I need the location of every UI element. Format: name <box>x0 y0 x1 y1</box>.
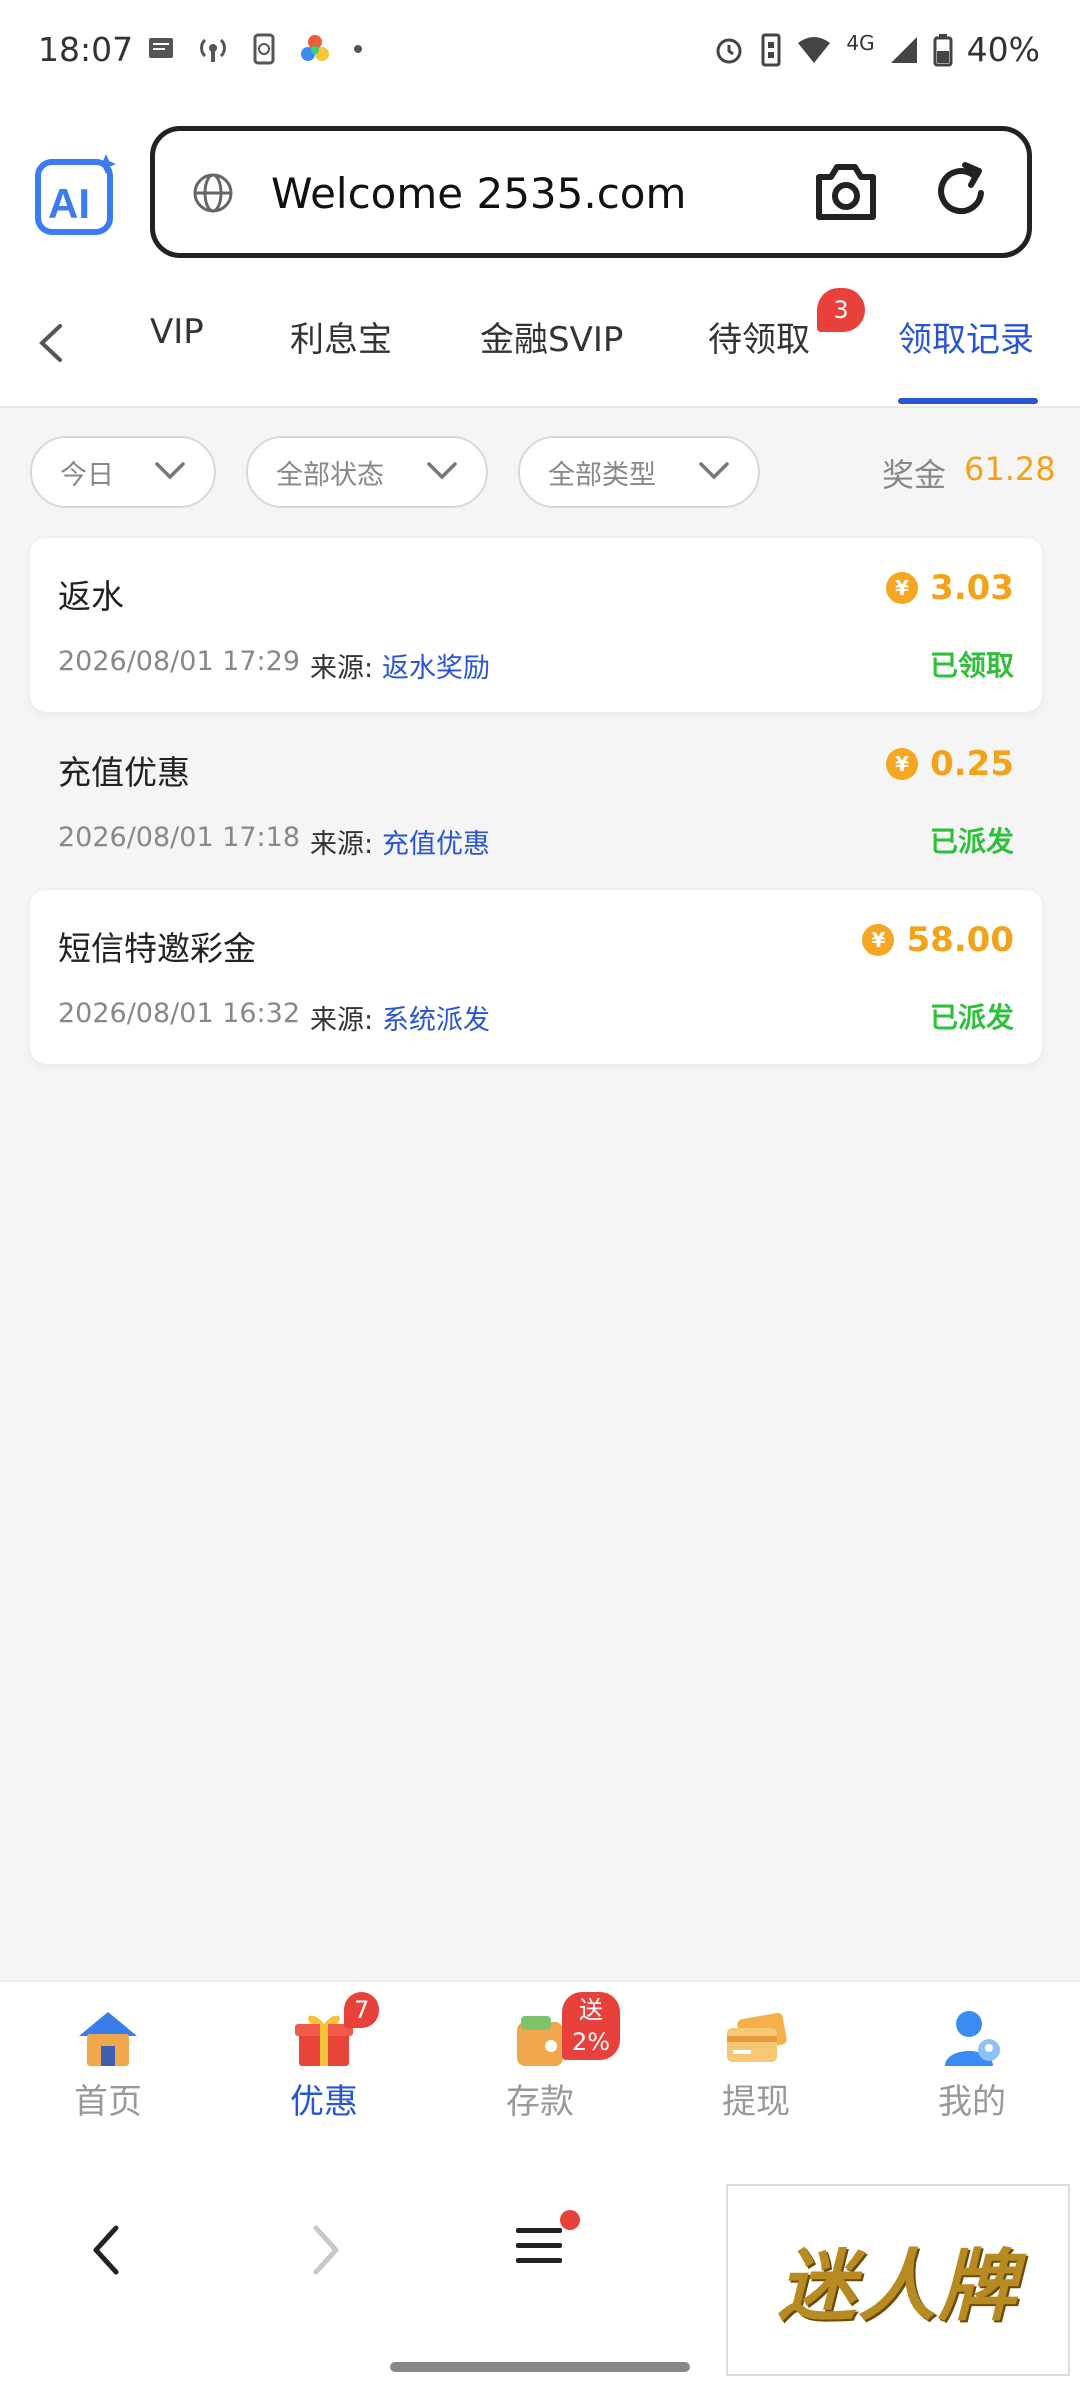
record-title: 返水 <box>58 577 124 616</box>
record-source: 返水奖励 <box>382 653 490 684</box>
home-icon <box>79 2012 137 2066</box>
status-filter-label: 全部状态 <box>276 459 384 491</box>
hotspot-icon <box>200 38 226 62</box>
bottom-navigation: 首页 优惠 7 存款 送2% 提现 我的 <box>0 1980 1080 2130</box>
coin-icon: ¥ <box>886 572 919 604</box>
tab-pending[interactable]: 待领取 <box>708 312 810 361</box>
battery-percent: 40% <box>966 30 1040 69</box>
type-filter[interactable]: 全部类型 <box>518 436 760 508</box>
back-icon[interactable] <box>84 2220 128 2280</box>
date-filter[interactable]: 今日 <box>30 436 216 508</box>
globe-icon <box>193 173 233 213</box>
nav-withdraw[interactable]: 提现 <box>696 2006 816 2123</box>
date-filter-label: 今日 <box>60 459 114 491</box>
ad-banner[interactable]: 迷人牌 <box>726 2184 1070 2376</box>
network-type: 4G <box>846 30 875 55</box>
record-status: 已领取 <box>929 649 1014 682</box>
menu-notification-dot <box>560 2210 580 2230</box>
chevron-down-icon <box>155 462 185 480</box>
status-filter[interactable]: 全部状态 <box>246 436 488 508</box>
status-right: 4G 40% <box>712 30 1040 69</box>
record-source-label: 来源: <box>310 653 374 684</box>
nav-profile-label: 我的 <box>938 2082 1006 2122</box>
record-date: 2026/08/01 17:18 <box>58 822 301 853</box>
record-date: 2026/08/01 16:32 <box>58 998 301 1029</box>
record-amount: ¥ 0.25 <box>886 744 1014 784</box>
alarm-icon <box>716 38 742 63</box>
record-date: 2026/08/01 17:29 <box>58 646 301 677</box>
type-filter-label: 全部类型 <box>548 459 656 491</box>
browser-bottom-bar: 迷人牌 <box>0 2130 1080 2400</box>
app-logo-icon <box>301 35 329 61</box>
record-amount: ¥ 58.00 <box>862 920 1014 960</box>
forward-icon[interactable] <box>304 2220 348 2280</box>
deposit-bonus-badge: 送2% <box>562 1992 621 2060</box>
record-item[interactable]: 返水 2026/08/01 17:29 来源: 返水奖励 ¥ 3.03 已领取 <box>30 538 1042 712</box>
tab-scroll-back-icon[interactable] <box>30 318 70 368</box>
vibrate-icon <box>761 33 781 66</box>
nav-deposit-label: 存款 <box>506 2082 574 2122</box>
wifi-icon <box>798 36 831 63</box>
nav-deposit[interactable]: 存款 送2% <box>480 1992 621 2123</box>
svg-text:AI: AI <box>48 180 90 227</box>
nav-promotions[interactable]: 优惠 7 <box>264 1992 384 2123</box>
ai-assistant-icon[interactable]: AI <box>34 152 118 236</box>
record-title: 充值优惠 <box>58 753 190 792</box>
record-status: 已派发 <box>929 825 1014 858</box>
camera-icon[interactable] <box>811 159 881 225</box>
tab-finance-svip[interactable]: 金融SVIP <box>480 312 623 361</box>
battery-icon <box>933 33 953 66</box>
card-icon <box>727 2012 787 2062</box>
message-icon <box>149 38 173 58</box>
tab-vip[interactable]: VIP <box>150 312 204 352</box>
nav-promotions-label: 优惠 <box>290 2082 358 2122</box>
pending-count-badge: 3 <box>817 288 865 332</box>
home-indicator[interactable] <box>390 2362 690 2372</box>
browser-toolbar: AI Welcome 2535.com <box>0 108 1080 278</box>
record-source: 系统派发 <box>382 1005 490 1036</box>
record-source-label: 来源: <box>310 1005 374 1036</box>
record-title: 短信特邀彩金 <box>58 929 256 968</box>
ad-text: 迷人牌 <box>777 2241 1018 2332</box>
tab-interest[interactable]: 利息宝 <box>290 312 392 361</box>
record-source: 充值优惠 <box>382 829 490 860</box>
active-tab-indicator <box>898 398 1038 404</box>
address-bar[interactable]: Welcome 2535.com <box>150 126 1032 258</box>
nav-home[interactable]: 首页 <box>48 2006 168 2123</box>
promotions-badge: 7 <box>344 1992 380 2028</box>
url-text[interactable]: Welcome 2535.com <box>271 169 686 218</box>
notification-icons <box>146 32 364 66</box>
signal-icon <box>890 36 917 63</box>
status-time: 18:07 <box>38 30 134 69</box>
coin-icon: ¥ <box>886 748 919 780</box>
more-dot-icon <box>354 45 362 53</box>
nav-home-label: 首页 <box>74 2082 142 2122</box>
chevron-down-icon <box>427 462 457 480</box>
record-amount-value: 58.00 <box>906 920 1014 960</box>
reload-icon[interactable] <box>929 159 993 225</box>
record-amount-value: 0.25 <box>930 744 1014 784</box>
record-item[interactable]: 短信特邀彩金 2026/08/01 16:32 来源: 系统派发 ¥ 58.00… <box>30 890 1042 1064</box>
user-icon <box>945 2011 1000 2066</box>
menu-icon[interactable] <box>510 2218 570 2274</box>
record-source-label: 来源: <box>310 829 374 860</box>
chevron-down-icon <box>699 462 729 480</box>
record-item[interactable]: 充值优惠 2026/08/01 17:18 来源: 充值优惠 ¥ 0.25 已派… <box>30 714 1042 888</box>
record-amount: ¥ 3.03 <box>886 568 1014 608</box>
status-bar: 18:07 4G 40% <box>0 0 1080 108</box>
record-status: 已派发 <box>929 1001 1014 1034</box>
record-amount-value: 3.03 <box>930 568 1014 608</box>
tab-bar: VIP 利息宝 金融SVIP 待领取 3 领取记录 <box>0 278 1080 408</box>
phone-sync-icon <box>253 33 275 65</box>
nav-withdraw-label: 提现 <box>722 2082 790 2122</box>
nav-profile[interactable]: 我的 <box>912 2006 1032 2123</box>
bonus-total: 61.28 <box>964 450 1056 488</box>
bonus-label: 奖金 <box>882 456 947 494</box>
coin-icon: ¥ <box>862 924 895 956</box>
tab-claim-history[interactable]: 领取记录 <box>898 312 1034 361</box>
